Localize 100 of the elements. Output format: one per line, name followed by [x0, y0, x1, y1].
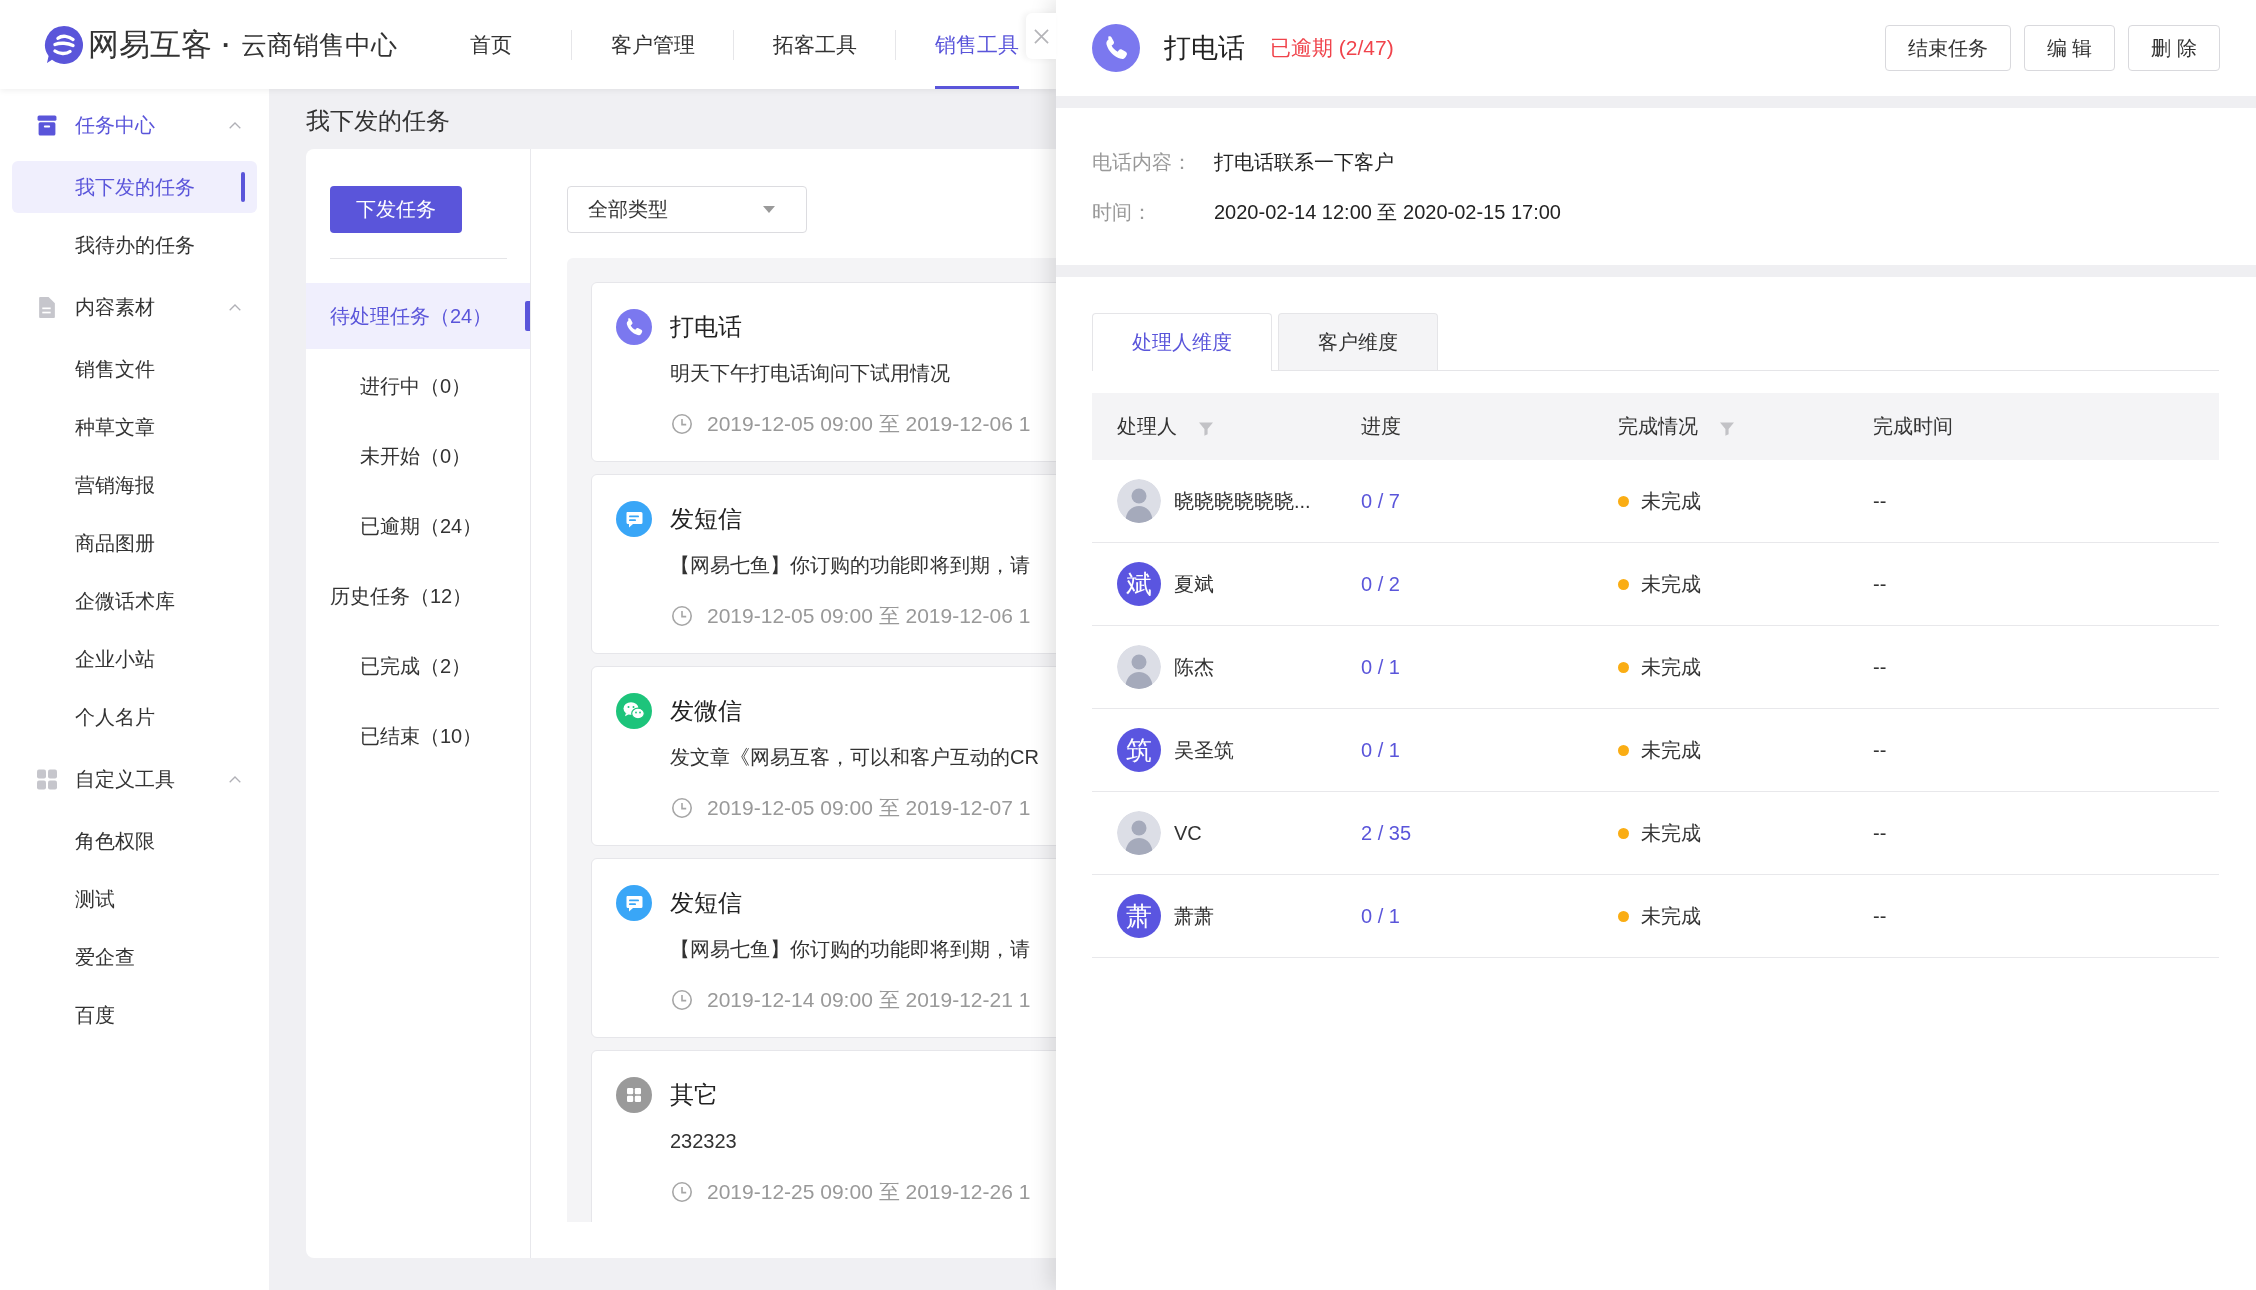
- filter-icon[interactable]: [1720, 421, 1734, 436]
- nav-tab[interactable]: 客户管理: [610, 0, 695, 89]
- progress-link[interactable]: 0 / 1: [1361, 655, 1400, 679]
- task-card[interactable]: 其它 232323 2019-12-25 09:00 至 2019-12-26 1: [591, 1050, 1056, 1222]
- task-description: 【网易七鱼】你订购的功能即将到期，请: [670, 553, 1031, 578]
- grid-icon: [616, 1077, 652, 1113]
- field-value: 打电话联系一下客户: [1214, 150, 1394, 175]
- task-description: 明天下午打电话询问下试用情况: [670, 361, 951, 386]
- handler-name: 夏斌: [1174, 571, 1214, 597]
- action-button[interactable]: 删 除: [2128, 25, 2220, 71]
- tab[interactable]: 处理人维度: [1092, 313, 1272, 371]
- menu-item[interactable]: 测试: [12, 873, 257, 925]
- column-header: 完成情况: [1618, 414, 1698, 439]
- task-time: 2019-12-05 09:00 至 2019-12-06 1: [707, 411, 1031, 437]
- field-label: 时间：: [1092, 200, 1153, 225]
- progress-link[interactable]: 0 / 7: [1361, 489, 1400, 513]
- menu-item[interactable]: 个人名片: [12, 691, 257, 743]
- task-title: 发短信: [670, 888, 742, 918]
- logo-icon: [44, 24, 84, 65]
- progress-link[interactable]: 0 / 2: [1361, 572, 1400, 596]
- handler-name: 晓晓晓晓晓晓...: [1174, 488, 1311, 514]
- menu-item[interactable]: 销售文件: [12, 343, 257, 395]
- progress-link[interactable]: 0 / 1: [1361, 904, 1400, 928]
- avatar-icon: [1117, 479, 1161, 523]
- filter-icon[interactable]: [1199, 421, 1213, 436]
- close-button[interactable]: [1026, 13, 1056, 59]
- message-icon: [616, 501, 652, 537]
- task-title: 其它: [670, 1080, 718, 1110]
- box-icon: [37, 114, 57, 136]
- field-value: 2020-02-14 12:00 至 2020-02-15 17:00: [1214, 200, 1561, 225]
- action-button[interactable]: 结束任务: [1884, 25, 2011, 71]
- action-button[interactable]: 编 辑: [2023, 25, 2116, 71]
- status-text: 未完成: [1641, 903, 1701, 929]
- menu-group[interactable]: 内容素材: [0, 274, 269, 340]
- filter-item[interactable]: 已完成（2）: [306, 633, 530, 699]
- letter-avatar: 萧: [1117, 894, 1161, 938]
- clock-icon: [672, 990, 692, 1010]
- menu-item[interactable]: 企微话术库: [12, 575, 257, 627]
- letter-avatar: 斌: [1117, 562, 1161, 606]
- page-title: 我下发的任务: [306, 106, 451, 136]
- task-time: 2019-12-14 09:00 至 2019-12-21 1: [707, 987, 1031, 1013]
- status-text: 未完成: [1641, 737, 1701, 763]
- menu-item[interactable]: 我待办的任务: [12, 219, 257, 271]
- type-select[interactable]: 全部类型: [567, 186, 807, 233]
- avatar-icon: [1117, 645, 1161, 689]
- finish-time: --: [1873, 655, 1887, 679]
- finish-time: --: [1873, 572, 1887, 596]
- product-name: 云商销售中心: [240, 28, 397, 62]
- task-title: 发短信: [670, 504, 742, 534]
- filter-item[interactable]: 待处理任务（24）: [306, 283, 530, 349]
- phone-icon: [616, 309, 652, 345]
- phone-icon: [1092, 24, 1140, 72]
- chat-bubbles-icon: [616, 693, 652, 729]
- clock-icon: [672, 1182, 692, 1202]
- menu-item[interactable]: 角色权限: [12, 815, 257, 867]
- task-card[interactable]: 发微信 发文章《网易互客，可以和客户互动的CR 2019-12-05 09:00 至 2019-12-07 1: [591, 666, 1056, 846]
- column-header: 进度: [1361, 414, 1401, 439]
- task-time: 2019-12-25 09:00 至 2019-12-26 1: [707, 1179, 1031, 1205]
- filter-item[interactable]: 已逾期（24）: [306, 493, 530, 559]
- progress-link[interactable]: 2 / 35: [1361, 821, 1412, 845]
- menu-item[interactable]: 商品图册: [12, 517, 257, 569]
- document-icon: [37, 296, 57, 318]
- nav-tab[interactable]: 首页: [469, 0, 512, 89]
- task-card[interactable]: 发短信 【网易七鱼】你订购的功能即将到期，请 2019-12-14 09:00 至 2019-12-21 1: [591, 858, 1056, 1038]
- finish-time: --: [1873, 821, 1887, 845]
- task-card[interactable]: 发短信 【网易七鱼】你订购的功能即将到期，请 2019-12-05 09:00 至 2019-12-06 1: [591, 474, 1056, 654]
- task-status: 已逾期 (2/47): [1270, 35, 1394, 61]
- column-header: 完成时间: [1873, 414, 1953, 439]
- status-text: 未完成: [1641, 820, 1701, 846]
- status-text: 未完成: [1641, 571, 1701, 597]
- brand-name: 网易互客: [88, 25, 212, 64]
- logo-separator: ·: [222, 28, 231, 62]
- task-card[interactable]: 打电话 明天下午打电话询问下试用情况 2019-12-05 09:00 至 2019-12-06 1: [591, 282, 1056, 462]
- create-task-button[interactable]: 下发任务: [330, 186, 462, 233]
- filter-item[interactable]: 已结束（10）: [306, 703, 530, 769]
- task-title: 发微信: [670, 696, 742, 726]
- menu-item[interactable]: 种草文章: [12, 401, 257, 453]
- field-label: 电话内容：: [1092, 150, 1193, 175]
- task-description: 232323: [670, 1129, 738, 1154]
- menu-group[interactable]: 任务中心: [0, 92, 269, 158]
- filter-item[interactable]: 历史任务（12）: [306, 563, 530, 629]
- filter-item[interactable]: 未开始（0）: [306, 423, 530, 489]
- menu-item[interactable]: 企业小站: [12, 633, 257, 685]
- task-title: 打电话: [670, 312, 742, 342]
- avatar-icon: [1117, 811, 1161, 855]
- progress-link[interactable]: 0 / 1: [1361, 738, 1400, 762]
- menu-item[interactable]: 营销海报: [12, 459, 257, 511]
- finish-time: --: [1873, 738, 1887, 762]
- nav-tab[interactable]: 拓客工具: [772, 0, 857, 89]
- menu-item[interactable]: 百度: [12, 989, 257, 1041]
- tab[interactable]: 客户维度: [1278, 313, 1438, 370]
- filter-item[interactable]: 进行中（0）: [306, 353, 530, 419]
- handler-name: 吴圣筑: [1174, 737, 1234, 763]
- finish-time: --: [1873, 489, 1887, 513]
- menu-group[interactable]: 自定义工具: [0, 746, 269, 812]
- handler-name: VC: [1174, 821, 1202, 845]
- menu-item[interactable]: 我下发的任务: [12, 161, 257, 213]
- menu-item[interactable]: 爱企查: [12, 931, 257, 983]
- task-description: 【网易七鱼】你订购的功能即将到期，请: [670, 937, 1031, 962]
- nav-tab[interactable]: 销售工具: [934, 0, 1019, 89]
